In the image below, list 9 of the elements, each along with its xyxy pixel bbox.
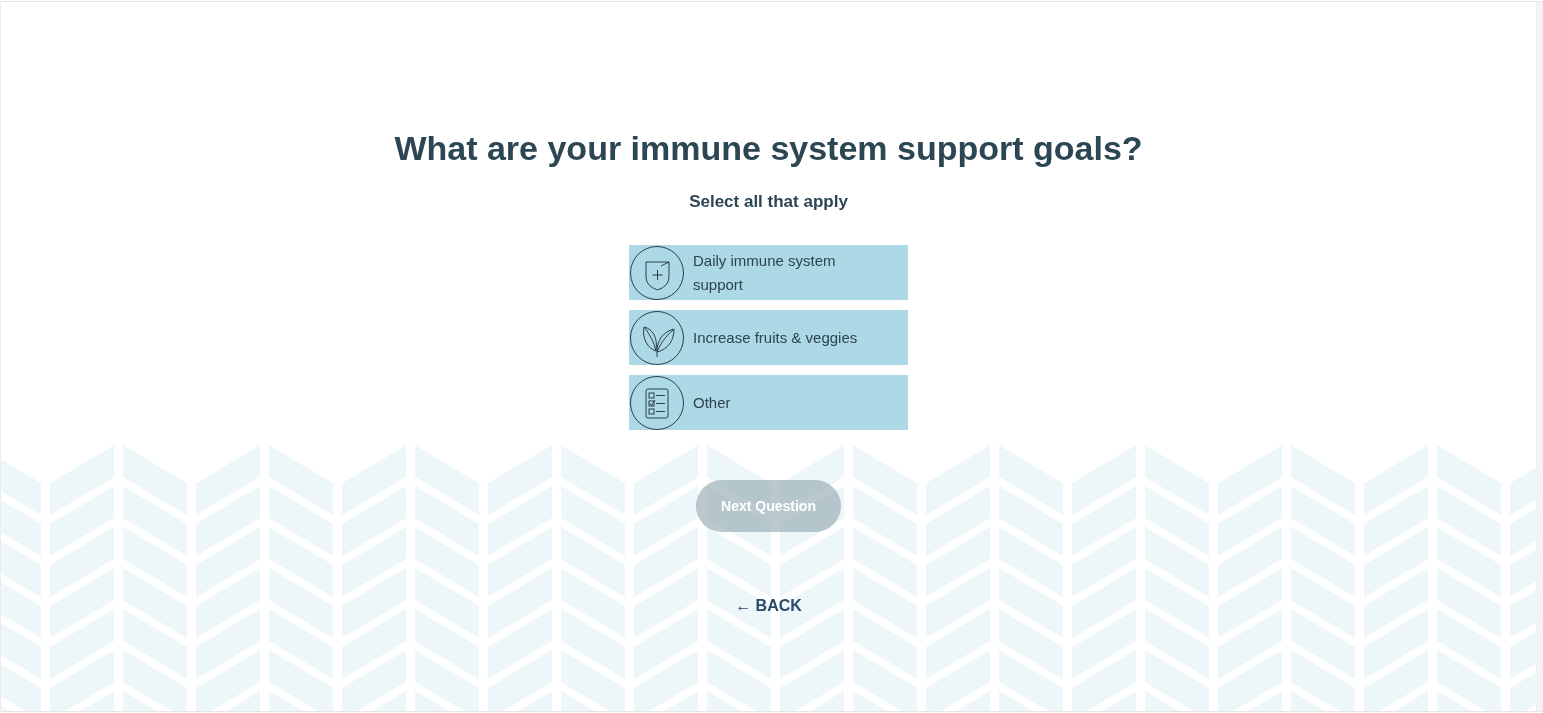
question-title: What are your immune system support goals? [394, 128, 1143, 168]
shield-plus-icon [630, 245, 684, 300]
back-link[interactable]: ← BACK [735, 596, 802, 616]
checklist-icon [630, 375, 684, 430]
goal-option[interactable]: Daily immune system support [629, 245, 908, 300]
instruction-text: Select all that apply [689, 191, 848, 213]
goal-option[interactable]: Increase fruits & veggies [629, 310, 908, 365]
leaves-icon [630, 310, 684, 365]
goal-option[interactable]: Other [629, 375, 908, 430]
